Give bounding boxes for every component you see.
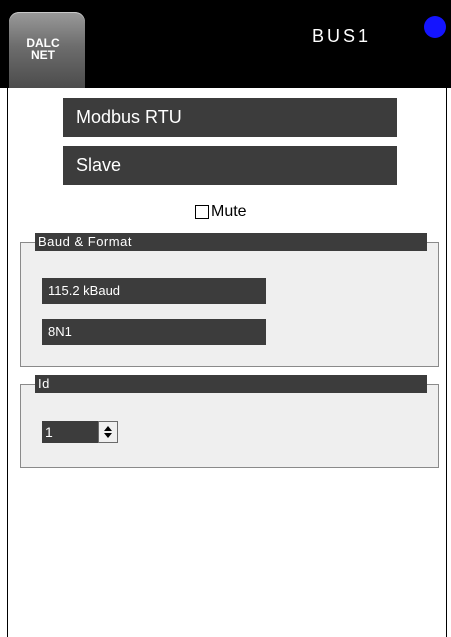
logo-button[interactable]: DALC NET xyxy=(9,12,85,88)
protocol-select[interactable]: Modbus RTU xyxy=(63,98,397,137)
id-group-title: Id xyxy=(35,375,427,393)
mute-checkbox[interactable]: Mute xyxy=(195,202,247,222)
checkbox-icon[interactable] xyxy=(195,205,209,219)
mute-label: Mute xyxy=(211,203,247,220)
baud-format-group-title: Baud & Format xyxy=(35,233,427,251)
bus-title: BUS1 xyxy=(312,26,372,46)
logo-text: DALC NET xyxy=(26,36,60,62)
id-group: Id 1 xyxy=(20,375,439,468)
baud-rate-select[interactable]: 115.2 kBaud xyxy=(42,278,266,304)
status-indicator-icon xyxy=(424,16,446,38)
data-format-select[interactable]: 8N1 xyxy=(42,319,266,345)
spinner-buttons[interactable] xyxy=(98,421,118,443)
id-spinner[interactable]: 1 xyxy=(42,421,118,443)
header-bar: DALC NET BUS1 xyxy=(0,0,451,88)
role-select[interactable]: Slave xyxy=(63,146,397,185)
left-border-line xyxy=(7,88,8,637)
right-border-line xyxy=(446,88,447,637)
id-value[interactable]: 1 xyxy=(42,421,98,443)
increment-arrow-icon[interactable] xyxy=(104,426,112,431)
baud-format-group: Baud & Format 115.2 kBaud 8N1 xyxy=(20,233,439,367)
decrement-arrow-icon[interactable] xyxy=(104,433,112,438)
